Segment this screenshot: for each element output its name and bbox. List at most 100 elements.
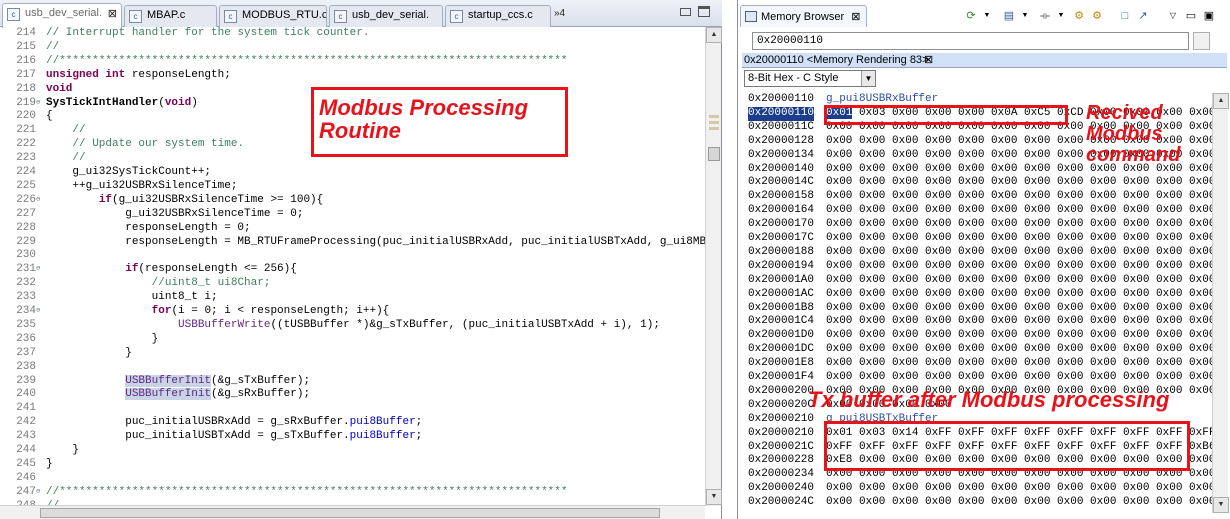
code-line[interactable]: 243 puc_initialUSBTxAdd = g_sTxBuffer.pu…: [0, 430, 705, 444]
memory-values[interactable]: 0x00 0x00 0x00 0x00 0x00 0x00 0x00 0x00 …: [826, 315, 1215, 329]
scroll-down-arrow-icon[interactable]: ▼: [706, 489, 722, 505]
memory-row[interactable]: 0x2000024C 0x00 0x00 0x00 0x00 0x00 0x00 …: [748, 496, 1218, 510]
memory-address[interactable]: 0x200001D0: [748, 329, 814, 343]
overview-marker[interactable]: [709, 127, 719, 130]
memory-address[interactable]: 0x200001B8: [748, 302, 814, 316]
memory-values[interactable]: 0x00 0x00 0x00 0x00 0x00 0x00 0x00 0x00 …: [826, 302, 1215, 316]
tab-overflow-button[interactable]: »4: [554, 8, 565, 19]
memory-values[interactable]: 0x00 0x00 0x00 0x00 0x00 0x00 0x00 0x00 …: [826, 496, 1215, 510]
import-icon[interactable]: ▤: [1001, 8, 1017, 24]
memory-address[interactable]: 0x200001DC: [748, 343, 814, 357]
memory-values[interactable]: 0x00 0x00 0x00 0x00 0x00 0x00 0x00 0x00 …: [826, 190, 1215, 204]
scroll-thumb[interactable]: [708, 147, 720, 161]
memory-values[interactable]: 0x00 0x00 0x00 0x00 0x00 0x00 0x00 0x00 …: [826, 482, 1215, 496]
pin-icon[interactable]: ↗: [1135, 8, 1151, 24]
memory-address[interactable]: 0x20000188: [748, 246, 814, 260]
memory-values[interactable]: 0x00 0x00 0x00 0x00 0x00 0x00 0x00 0x00 …: [826, 274, 1215, 288]
code-line[interactable]: 240 USBBufferInit(&g_sRxBuffer);: [0, 388, 705, 402]
editor-tab-usb-dev-serial[interactable]: c usb_dev_serial.: [329, 5, 443, 27]
address-input[interactable]: 0x20000110: [752, 32, 1189, 50]
memory-row[interactable]: 0x200001F4 0x00 0x00 0x00 0x00 0x00 0x00 …: [748, 371, 1218, 385]
memory-address[interactable]: 0x200001C4: [748, 315, 814, 329]
overview-marker[interactable]: [709, 121, 719, 124]
fold-toggle-icon[interactable]: ⊖: [36, 263, 40, 277]
memory-values[interactable]: 0x00 0x00 0x00 0x00 0x00 0x00 0x00 0x00 …: [826, 357, 1215, 371]
code-line[interactable]: 230: [0, 249, 705, 263]
overview-marker[interactable]: [709, 115, 719, 118]
dropdown-arrow-icon[interactable]: ▼: [1017, 8, 1033, 24]
scroll-up-arrow-icon[interactable]: ▲: [706, 27, 722, 43]
memory-address[interactable]: 0x20000134: [748, 149, 814, 163]
memory-row[interactable]: 0x200001DC 0x00 0x00 0x00 0x00 0x00 0x00 …: [748, 343, 1218, 357]
memory-address[interactable]: 0x20000128: [748, 135, 814, 149]
close-tab-icon[interactable]: ⊠: [108, 7, 117, 20]
editor-horizontal-scrollbar[interactable]: [0, 505, 705, 519]
memory-address[interactable]: 0x20000158: [748, 190, 814, 204]
editor-tab-mbap[interactable]: c MBAP.c: [124, 5, 217, 27]
editor-tab-modbus-rtu[interactable]: c MODBUS_RTU.c: [219, 5, 327, 27]
memory-address[interactable]: 0x2000017C: [748, 232, 814, 246]
memory-rendering-tab[interactable]: 0x20000110 <Memory Rendering 83> ⊠: [742, 53, 1227, 68]
editor-tab-usb-dev-serial-active[interactable]: c usb_dev_serial. ⊠: [2, 3, 122, 28]
memory-values[interactable]: 0x00 0x00 0x00 0x00 0x00 0x00 0x00 0x00 …: [826, 260, 1215, 274]
code-line[interactable]: 226 ⊖ if(g_ui32USBRxSilenceTime >= 100){: [0, 194, 705, 208]
memory-row[interactable]: 0x200001B8 0x00 0x00 0x00 0x00 0x00 0x00 …: [748, 302, 1218, 316]
memory-row[interactable]: 0x20000170 0x00 0x00 0x00 0x00 0x00 0x00 …: [748, 218, 1218, 232]
code-line[interactable]: 217 unsigned int responseLength;: [0, 69, 705, 83]
code-line[interactable]: 224 g_ui32SysTickCount++;: [0, 166, 705, 180]
memory-address[interactable]: 0x200001E8: [748, 357, 814, 371]
memory-values[interactable]: 0x00 0x00 0x00 0x00 0x00 0x00 0x00 0x00 …: [826, 176, 1215, 190]
memory-address[interactable]: 0x2000021C: [748, 441, 814, 455]
memory-address[interactable]: 0x20000234: [748, 468, 814, 482]
memory-values[interactable]: 0x00 0x00 0x00 0x00 0x00 0x00 0x00 0x00 …: [826, 371, 1215, 385]
memory-address[interactable]: 0x20000210: [748, 413, 814, 427]
dropdown-arrow-icon[interactable]: ▼: [979, 8, 995, 24]
memory-row[interactable]: 0x2000017C 0x00 0x00 0x00 0x00 0x00 0x00 …: [748, 232, 1218, 246]
new-tab-icon[interactable]: □: [1117, 8, 1133, 24]
go-button[interactable]: [1193, 32, 1210, 50]
fold-toggle-icon[interactable]: ⊖: [36, 194, 40, 208]
memory-address[interactable]: 0x200001AC: [748, 288, 814, 302]
memory-address[interactable]: 0x20000164: [748, 204, 814, 218]
memory-values[interactable]: 0x00 0x00 0x00 0x00 0x00 0x00 0x00 0x00 …: [826, 218, 1215, 232]
minimize-icon[interactable]: [680, 8, 691, 16]
chevron-down-icon[interactable]: ▼: [861, 71, 875, 86]
scroll-up-arrow-icon[interactable]: ▲: [1213, 93, 1229, 109]
link-icon[interactable]: ⚙: [1071, 8, 1087, 24]
scroll-thumb[interactable]: [40, 508, 660, 518]
code-line[interactable]: 246: [0, 472, 705, 486]
code-line[interactable]: 214 // Interrupt handler for the system t…: [0, 27, 705, 41]
scroll-down-arrow-icon[interactable]: ▼: [1213, 497, 1229, 513]
memory-values[interactable]: 0x00 0x00 0x00 0x00 0x00 0x00 0x00 0x00 …: [826, 246, 1215, 260]
memory-address[interactable]: 0x200001F4: [748, 371, 814, 385]
code-line[interactable]: 234 ⊖ for(i = 0; i < responseLength; i++)…: [0, 305, 705, 319]
code-line[interactable]: 241: [0, 402, 705, 416]
code-line[interactable]: 244 }: [0, 444, 705, 458]
fold-toggle-icon[interactable]: ⊖: [36, 305, 40, 319]
code-line[interactable]: 225 ++g_ui32USBRxSilenceTime;: [0, 180, 705, 194]
code-line[interactable]: 237 }: [0, 347, 705, 361]
memory-row[interactable]: 0x20000188 0x00 0x00 0x00 0x00 0x00 0x00 …: [748, 246, 1218, 260]
memory-row[interactable]: 0x20000164 0x00 0x00 0x00 0x00 0x00 0x00 …: [748, 204, 1218, 218]
close-tab-icon[interactable]: ⊠: [924, 53, 933, 67]
memory-values[interactable]: 0x00 0x00 0x00 0x00 0x00 0x00 0x00 0x00 …: [826, 232, 1215, 246]
code-line[interactable]: 235 USBBufferWrite((tUSBBuffer *)&g_sTxB…: [0, 319, 705, 333]
editor-vertical-scrollbar[interactable]: ▲ ▼: [705, 27, 722, 506]
refresh-icon[interactable]: ⟳: [963, 8, 979, 24]
code-line[interactable]: 238: [0, 361, 705, 375]
memory-address[interactable]: 0x20000240: [748, 482, 814, 496]
maximize-icon[interactable]: ▣: [1201, 8, 1217, 24]
editor-tab-startup-ccs[interactable]: c startup_ccs.c: [445, 5, 551, 27]
maximize-icon[interactable]: [698, 6, 710, 17]
memory-address[interactable]: 0x20000140: [748, 163, 814, 177]
memory-row[interactable]: 0x20000158 0x00 0x00 0x00 0x00 0x00 0x00 …: [748, 190, 1218, 204]
memory-row[interactable]: 0x20000194 0x00 0x00 0x00 0x00 0x00 0x00 …: [748, 260, 1218, 274]
memory-values[interactable]: 0x00 0x00 0x00 0x00 0x00 0x00 0x00 0x00 …: [826, 329, 1215, 343]
memory-address[interactable]: 0x20000194: [748, 260, 814, 274]
code-line[interactable]: 236 }: [0, 333, 705, 347]
memory-values[interactable]: 0x00 0x00 0x00 0x00 0x00 0x00 0x00 0x00 …: [826, 204, 1215, 218]
memory-values[interactable]: 0x00 0x00 0x00 0x00 0x00 0x00 0x00 0x00 …: [826, 343, 1215, 357]
dropdown-arrow-icon[interactable]: ▼: [1053, 8, 1069, 24]
code-line[interactable]: 229 responseLength = MB_RTUFrameProcessi…: [0, 236, 705, 250]
memory-address[interactable]: 0x20000200: [748, 385, 814, 399]
